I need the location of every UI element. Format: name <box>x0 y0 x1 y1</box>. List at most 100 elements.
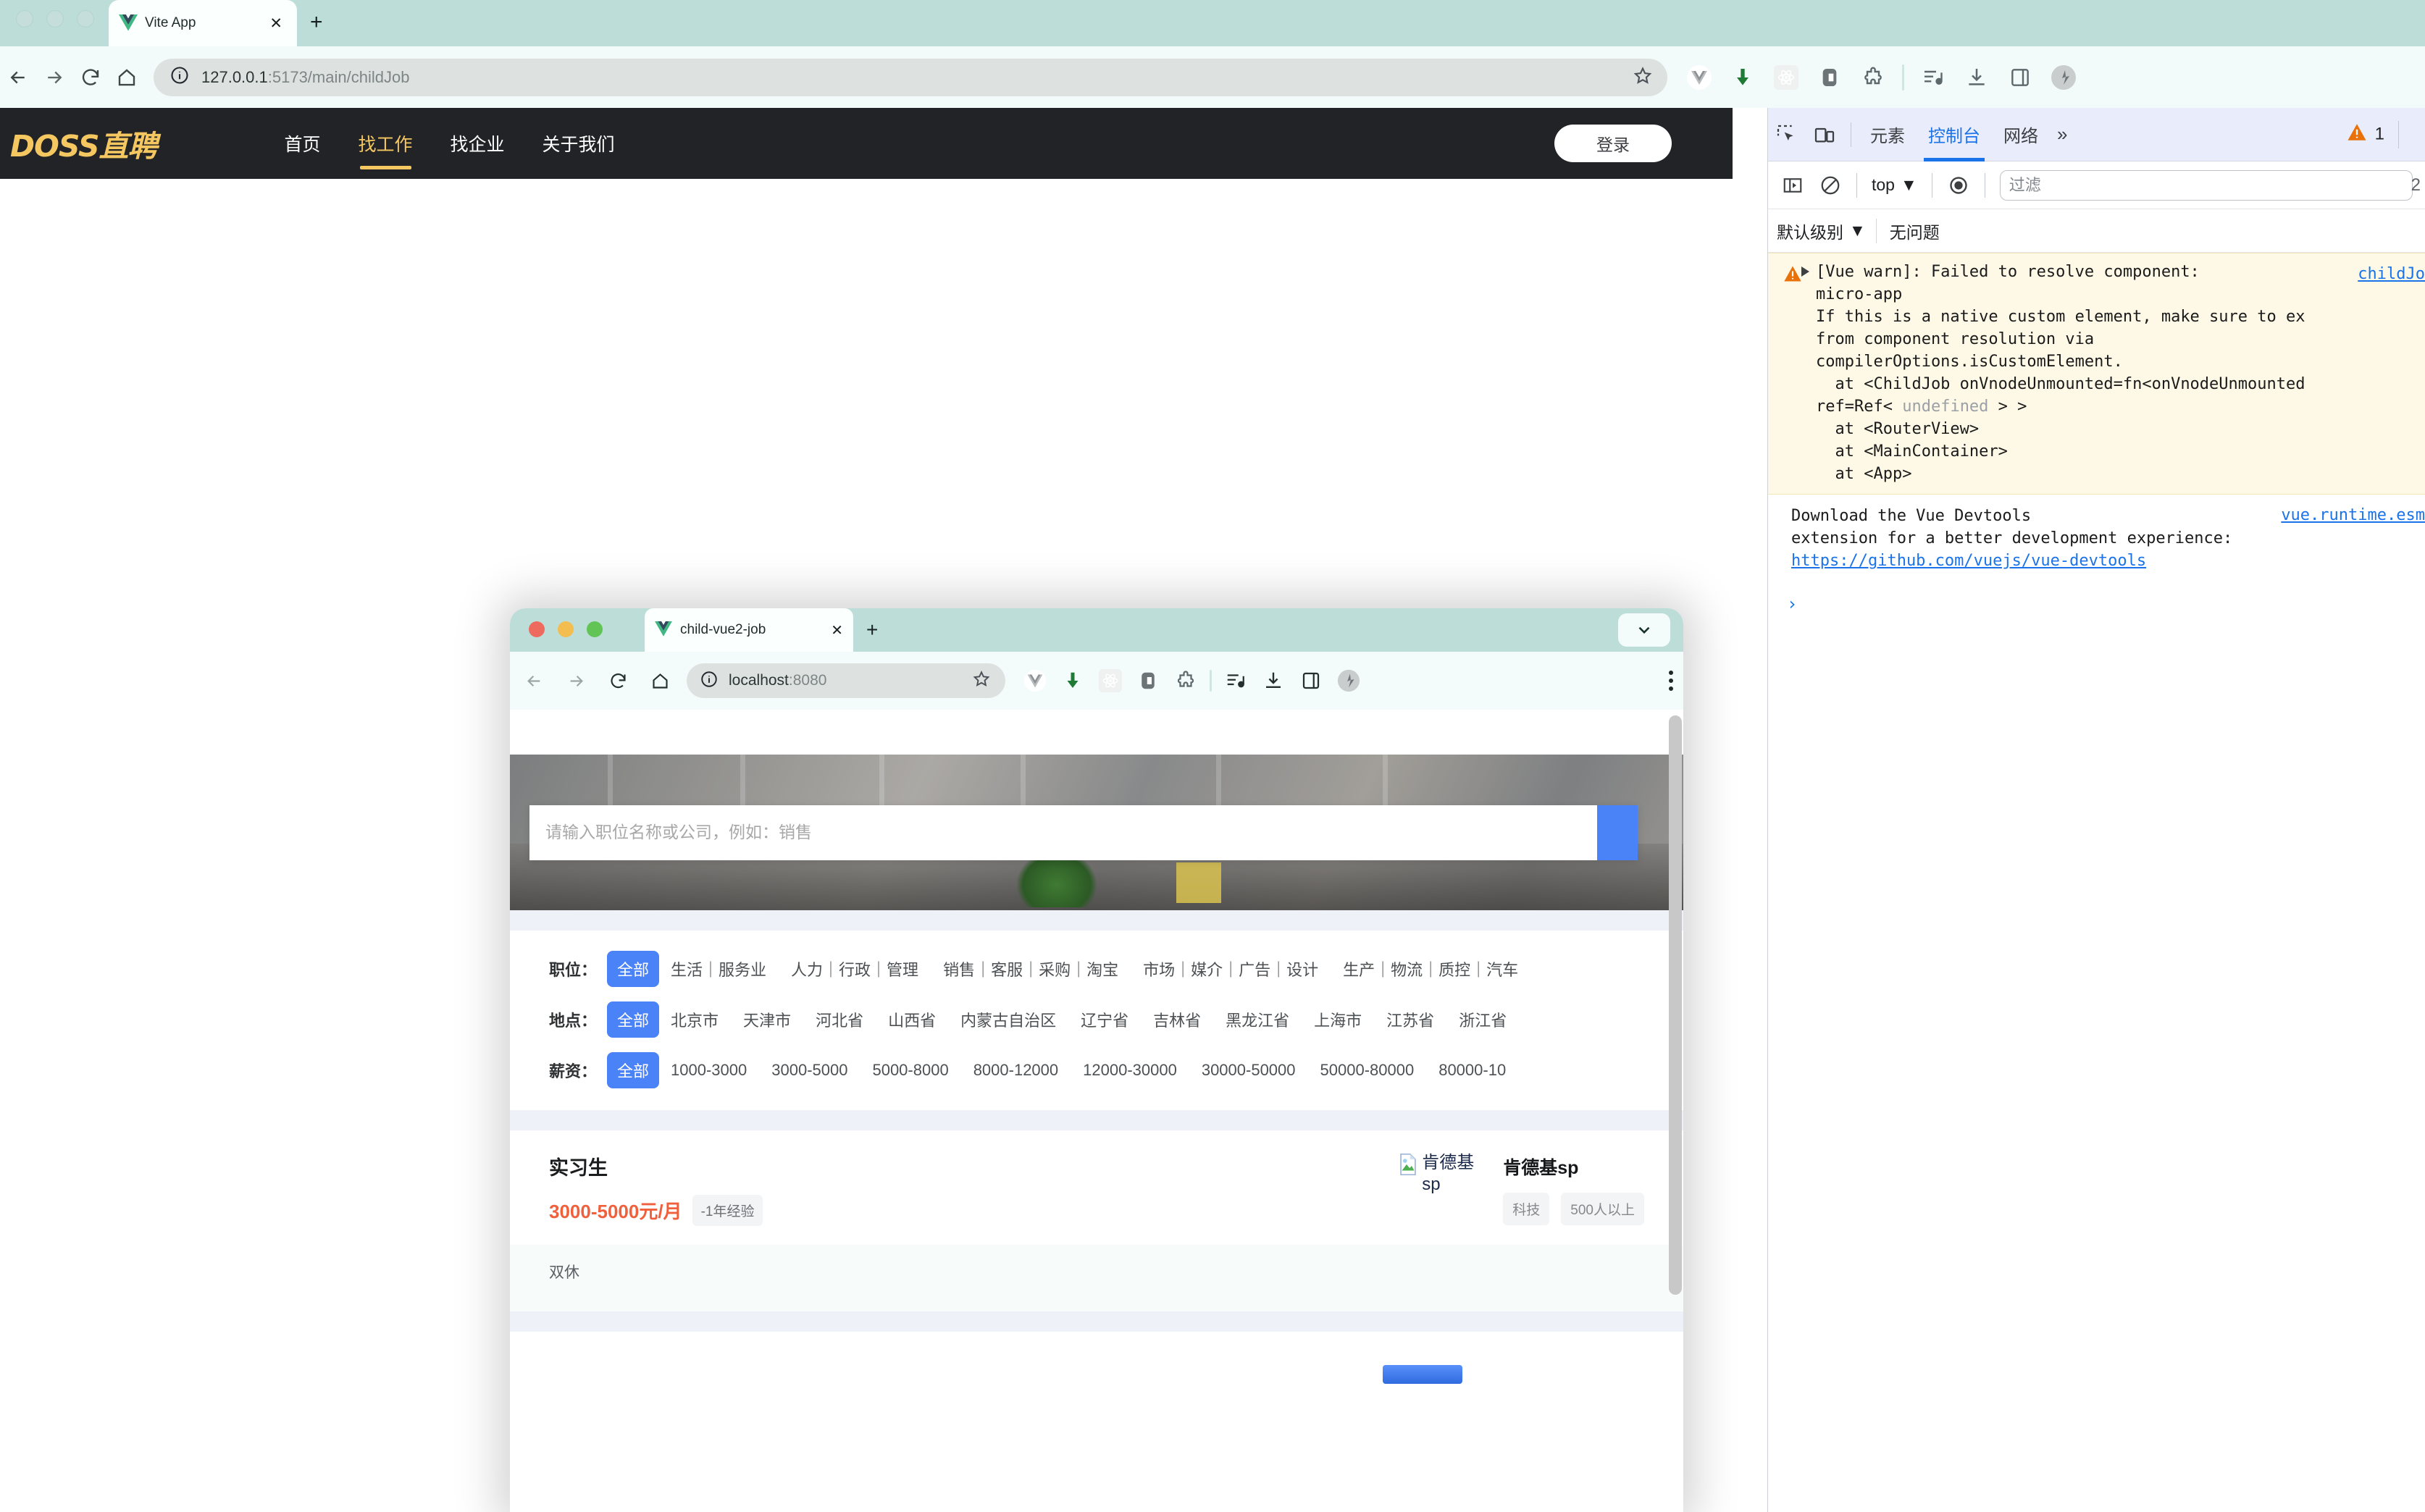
site-logo[interactable]: DOSS直聘 <box>10 122 157 165</box>
filter-option[interactable]: 市场｜媒介｜广告｜设计 <box>1143 957 1318 980</box>
filter-option[interactable]: 山西省 <box>888 1008 936 1031</box>
nav-item-about-us[interactable]: 关于我们 <box>524 108 634 179</box>
log-level-selector[interactable]: 默认级别 ▼ <box>1777 219 1876 243</box>
filter-option[interactable]: 12000-30000 <box>1083 1061 1177 1080</box>
more-tabs-icon[interactable]: » <box>2050 123 2074 146</box>
playlist-icon[interactable] <box>1222 667 1249 694</box>
chevron-down-icon[interactable] <box>1618 613 1670 647</box>
scrollbar-thumb[interactable] <box>1669 715 1682 1295</box>
show-console-sidebar-icon[interactable] <box>1774 167 1812 204</box>
job-listing-card-next[interactable] <box>510 1332 1683 1384</box>
filter-option[interactable]: 30000-50000 <box>1202 1061 1296 1080</box>
job-search-button[interactable] <box>1597 805 1638 860</box>
close-icon[interactable]: ✕ <box>831 621 843 639</box>
close-window-button[interactable] <box>16 10 33 28</box>
vue-devtools-icon[interactable] <box>1021 667 1049 694</box>
console-info-message[interactable]: Download the Vue Devtools extension for … <box>1768 495 2425 585</box>
star-icon[interactable] <box>1633 65 1653 89</box>
profile-avatar-icon[interactable] <box>1335 667 1362 694</box>
profile-avatar-icon[interactable] <box>2049 63 2078 92</box>
site-info-icon[interactable] <box>700 670 719 692</box>
child-browser-tab[interactable]: child-vue2-job ✕ <box>645 608 853 652</box>
child-minimize-window-button[interactable] <box>558 621 574 637</box>
close-icon[interactable]: ✕ <box>265 14 287 33</box>
browser-tab-vite-app[interactable]: Vite App ✕ <box>109 0 297 46</box>
child-address-bar[interactable]: localhost:8080 <box>687 663 1005 698</box>
tab-network[interactable]: 网络 <box>1992 108 2050 161</box>
device-toolbar-icon[interactable] <box>1806 116 1843 154</box>
child-new-tab-button[interactable]: + <box>866 618 878 642</box>
expand-triangle-icon[interactable] <box>1801 266 1809 277</box>
downloads-icon[interactable] <box>1962 63 1991 92</box>
filter-option[interactable]: 生产｜物流｜质控｜汽车 <box>1343 957 1518 980</box>
tab-elements[interactable]: 元素 <box>1859 108 1917 161</box>
back-icon[interactable] <box>517 664 550 697</box>
devtools-message-source-link[interactable]: vue.runtime.esm <box>2281 506 2425 524</box>
vue-devtools-icon[interactable] <box>1685 63 1714 92</box>
console-warning-message[interactable]: [Vue warn]: Failed to resolve component:… <box>1768 253 2425 495</box>
nav-item-home[interactable]: 首页 <box>265 108 339 179</box>
filter-option[interactable]: 内蒙古自治区 <box>960 1008 1056 1031</box>
filter-option[interactable]: 河北省 <box>816 1008 863 1031</box>
react-devtools-icon[interactable] <box>1097 667 1124 694</box>
filter-option[interactable]: 吉林省 <box>1153 1008 1201 1031</box>
filter-option[interactable]: 3000-5000 <box>771 1061 847 1080</box>
child-window-controls[interactable] <box>529 621 603 637</box>
filter-option[interactable]: 浙江省 <box>1459 1008 1507 1031</box>
outer-window-controls[interactable] <box>16 10 94 28</box>
child-page-scrollbar[interactable] <box>1667 710 1683 1512</box>
clipboard-icon[interactable] <box>1815 63 1844 92</box>
filter-option[interactable]: 江苏省 <box>1386 1008 1434 1031</box>
site-info-icon[interactable] <box>169 65 190 89</box>
star-icon[interactable] <box>972 670 991 692</box>
warning-count-indicator[interactable]: 1 <box>2346 121 2384 148</box>
more-menu-icon[interactable] <box>1669 671 1673 691</box>
reload-icon[interactable] <box>72 59 109 96</box>
nav-item-find-jobs[interactable]: 找工作 <box>340 108 432 179</box>
address-bar[interactable]: 127.0.0.1:5173/main/childJob <box>154 58 1667 96</box>
react-devtools-icon[interactable] <box>1772 63 1801 92</box>
job-listing-card[interactable]: 实习生 3000-5000元/月 -1年经验 肯德基sp 肯德基sp 科技 50… <box>510 1130 1683 1311</box>
filter-option[interactable]: 天津市 <box>743 1008 791 1031</box>
console-filter-input[interactable] <box>2009 175 2403 195</box>
job-search-input[interactable] <box>529 805 1597 860</box>
side-panel-icon[interactable] <box>2006 63 2035 92</box>
clipboard-icon[interactable] <box>1134 667 1162 694</box>
nav-item-find-companies[interactable]: 找企业 <box>432 108 524 179</box>
filter-option[interactable]: 生活｜服务业 <box>671 957 766 980</box>
filter-option[interactable]: 上海市 <box>1314 1008 1362 1031</box>
minimize-window-button[interactable] <box>46 10 64 28</box>
child-maximize-window-button[interactable] <box>587 621 603 637</box>
job-search-bar[interactable] <box>529 805 1638 860</box>
filter-option[interactable]: 销售｜客服｜采购｜淘宝 <box>943 957 1118 980</box>
child-close-window-button[interactable] <box>529 621 545 637</box>
home-icon[interactable] <box>643 664 677 697</box>
maximize-window-button[interactable] <box>77 10 94 28</box>
clear-console-icon[interactable] <box>1812 167 1849 204</box>
filter-option[interactable]: 辽宁省 <box>1081 1008 1128 1031</box>
execution-context-selector[interactable]: top ▼ <box>1864 175 1924 195</box>
filter-chip-all[interactable]: 全部 <box>607 951 660 987</box>
filter-option[interactable]: 50000-80000 <box>1320 1061 1415 1080</box>
back-icon[interactable] <box>0 59 36 96</box>
live-expression-icon[interactable] <box>1940 167 1977 204</box>
download-arrow-icon[interactable] <box>1728 63 1757 92</box>
login-button[interactable]: 登录 <box>1554 125 1672 162</box>
filter-option[interactable]: 1000-3000 <box>671 1061 747 1080</box>
filter-option[interactable]: 北京市 <box>671 1008 719 1031</box>
console-prompt[interactable]: › <box>1768 585 2425 614</box>
forward-icon[interactable] <box>559 664 592 697</box>
downloads-icon[interactable] <box>1260 667 1287 694</box>
filter-option[interactable]: 黑龙江省 <box>1226 1008 1289 1031</box>
filter-option[interactable]: 8000-12000 <box>973 1061 1058 1080</box>
console-filter-field[interactable] <box>1999 169 2413 201</box>
warning-source-link[interactable]: childJo <box>2358 265 2425 283</box>
forward-icon[interactable] <box>36 59 72 96</box>
filter-option[interactable]: 5000-8000 <box>872 1061 948 1080</box>
reload-icon[interactable] <box>601 664 634 697</box>
filter-chip-all[interactable]: 全部 <box>607 1001 660 1038</box>
tab-console[interactable]: 控制台 <box>1917 108 1992 161</box>
filter-chip-all[interactable]: 全部 <box>607 1052 660 1088</box>
filter-option[interactable]: 人力｜行政｜管理 <box>791 957 918 980</box>
home-icon[interactable] <box>109 59 145 96</box>
